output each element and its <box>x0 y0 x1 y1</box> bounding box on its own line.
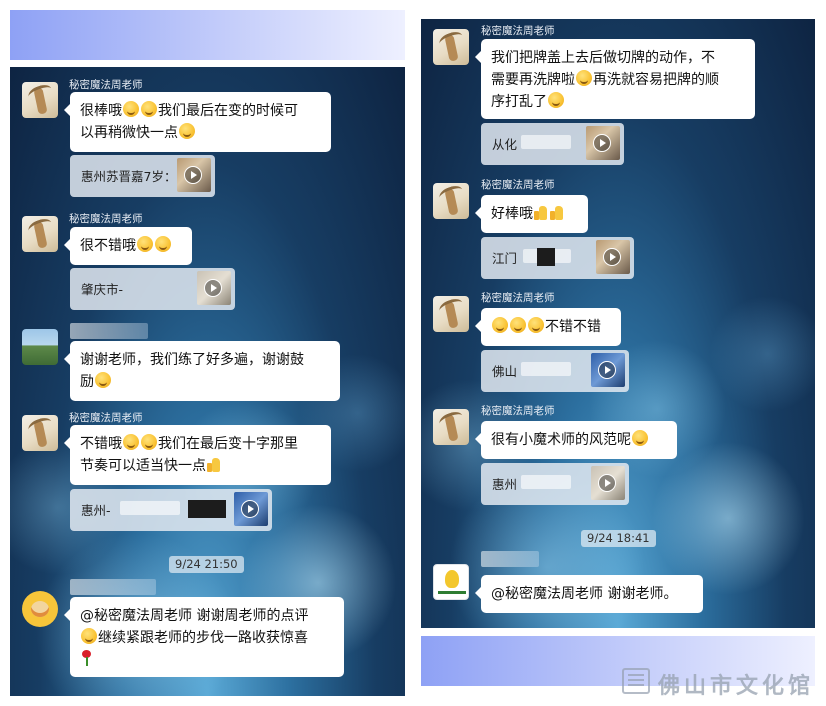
smiling-face-icon <box>123 434 139 450</box>
redacted-sender-name <box>481 551 539 567</box>
play-icon[interactable] <box>598 474 616 492</box>
sender-name: 秘密魔法周老师 <box>69 213 143 225</box>
message-bubble[interactable]: @秘密魔法周老师 谢谢周老师的点评 继续紧跟老师的步伐一路收获惊喜 <box>64 597 344 677</box>
message-line: 继续紧跟老师的步伐一路收获惊喜 <box>80 627 334 649</box>
redacted-text <box>521 362 571 376</box>
sender-name: 秘密魔法周老师 <box>481 405 555 417</box>
video-title: 惠州- <box>81 503 111 518</box>
teacher-avatar[interactable] <box>22 82 58 118</box>
smiling-face-icon <box>137 236 153 252</box>
smiling-face-icon <box>155 236 171 252</box>
rose-icon <box>80 650 92 666</box>
sender-name: 秘密魔法周老师 <box>481 25 555 37</box>
screenshot-collage: 秘密魔法周老师 很棒哦 我们最后在变的时候可 以再稍微快一点 惠州苏晋嘉7岁： 秘… <box>0 0 826 706</box>
smiling-face-icon <box>492 317 508 333</box>
chat-panel-right[interactable]: 秘密魔法周老师 我们把牌盖上去后做切牌的动作，不 需要再洗牌啦 再洗就容易把牌的顺… <box>421 19 815 628</box>
redacted-sender-name <box>70 579 156 595</box>
redacted-text <box>521 475 571 489</box>
smiling-face-icon <box>123 101 139 117</box>
message-line: 很棒哦 我们最后在变的时候可 <box>80 101 298 119</box>
thumbs-up-icon <box>534 204 548 220</box>
message-bubble[interactable]: 谢谢老师，我们练了好多遍，谢谢鼓 励 <box>64 341 340 401</box>
message-line: 我们把牌盖上去后做切牌的动作，不 <box>491 50 715 66</box>
chat-panel-left[interactable]: 秘密魔法周老师 很棒哦 我们最后在变的时候可 以再稍微快一点 惠州苏晋嘉7岁： 秘… <box>10 67 405 696</box>
play-icon[interactable] <box>204 279 222 297</box>
message-line: 以再稍微快一点 <box>80 122 321 144</box>
teacher-avatar[interactable] <box>22 415 58 451</box>
timestamp: 9/24 18:41 <box>581 530 656 547</box>
message-bubble[interactable]: 不错哦 我们在最后变十字那里 节奏可以适当快一点 <box>64 425 331 485</box>
message-bubble[interactable]: @秘密魔法周老师 谢谢老师。 <box>475 575 703 613</box>
watermark-text: 佛山市文化馆 <box>658 673 815 699</box>
smiling-face-icon <box>528 317 544 333</box>
sender-name: 秘密魔法周老师 <box>69 412 143 424</box>
teacher-avatar[interactable] <box>433 296 469 332</box>
smiling-face-icon <box>179 123 195 139</box>
video-card[interactable]: 肇庆市- <box>70 268 235 310</box>
message-line: 序打乱了 <box>491 91 745 113</box>
message-line <box>80 649 334 671</box>
timestamp: 9/24 21:50 <box>169 556 244 573</box>
video-card[interactable]: 从化 <box>481 123 624 165</box>
message-bubble[interactable]: 很不错哦 <box>64 227 192 265</box>
message-line: @秘密魔法周老师 谢谢周老师的点评 <box>80 608 309 624</box>
grinning-face-icon <box>548 92 564 108</box>
video-card[interactable]: 惠州 <box>481 463 629 505</box>
message-line: 不错哦 我们在最后变十字那里 <box>80 434 298 452</box>
sender-name: 秘密魔法周老师 <box>481 292 555 304</box>
message-bubble[interactable]: 很有小魔术师的风范呢 <box>475 421 677 459</box>
redacted-block <box>537 248 555 266</box>
thumbs-up-icon <box>207 456 221 472</box>
header-banner-left <box>10 10 405 60</box>
smiling-face-icon <box>141 434 157 450</box>
redacted-text <box>120 501 180 515</box>
thumbs-up-icon <box>550 204 564 220</box>
user-avatar[interactable] <box>22 591 58 627</box>
play-icon[interactable] <box>241 500 259 518</box>
video-title: 肇庆市- <box>81 282 124 297</box>
redacted-text <box>521 135 571 149</box>
video-title: 佛山 <box>492 364 518 379</box>
message-bubble[interactable]: 很棒哦 我们最后在变的时候可 以再稍微快一点 <box>64 92 331 152</box>
sender-name: 秘密魔法周老师 <box>481 179 555 191</box>
play-icon[interactable] <box>598 361 616 379</box>
smiling-face-icon <box>576 70 592 86</box>
teacher-avatar[interactable] <box>433 409 469 445</box>
teacher-avatar[interactable] <box>22 216 58 252</box>
smiling-face-icon <box>632 430 648 446</box>
user-avatar[interactable] <box>433 564 469 600</box>
video-card[interactable]: 江门 <box>481 237 634 279</box>
play-icon[interactable] <box>603 248 621 266</box>
message-line: 需要再洗牌啦 再洗就容易把牌的顺 <box>491 70 719 88</box>
watermark: 佛山市文化馆 <box>622 664 818 699</box>
message-bubble[interactable]: 好棒哦 <box>475 195 588 233</box>
teacher-avatar[interactable] <box>433 29 469 65</box>
video-title: 惠州苏晋嘉7岁： <box>81 169 177 184</box>
message-line: 节奏可以适当快一点 <box>80 455 321 477</box>
smiling-face-icon <box>141 101 157 117</box>
video-title: 从化 <box>492 137 518 152</box>
message-bubble[interactable]: 我们把牌盖上去后做切牌的动作，不 需要再洗牌啦 再洗就容易把牌的顺 序打乱了 <box>475 39 755 119</box>
user-avatar[interactable] <box>22 329 58 365</box>
sender-name: 秘密魔法周老师 <box>69 79 143 91</box>
smiling-face-icon <box>510 317 526 333</box>
video-card[interactable]: 惠州苏晋嘉7岁： <box>70 155 215 197</box>
play-icon[interactable] <box>593 134 611 152</box>
message-bubble[interactable]: 不错不错 <box>475 308 621 346</box>
grinning-face-icon <box>81 628 97 644</box>
smiling-face-icon <box>95 372 111 388</box>
museum-logo-icon <box>622 668 650 694</box>
video-title: 惠州 <box>492 477 518 492</box>
message-line: 励 <box>80 371 330 393</box>
redacted-block <box>188 500 226 518</box>
video-title: 江门 <box>492 251 518 266</box>
teacher-avatar[interactable] <box>433 183 469 219</box>
message-line: 谢谢老师，我们练了好多遍，谢谢鼓 <box>80 352 304 368</box>
redacted-sender-name <box>70 323 148 339</box>
video-card[interactable]: 佛山 <box>481 350 629 392</box>
play-icon[interactable] <box>184 166 202 184</box>
video-card[interactable]: 惠州- <box>70 489 272 531</box>
